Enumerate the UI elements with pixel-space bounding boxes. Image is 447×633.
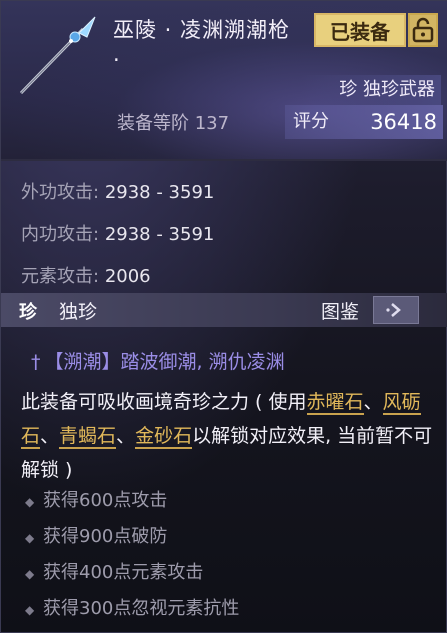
- list-item: ◆ 获得900点破防: [25, 525, 239, 549]
- diamond-icon: ◆: [25, 567, 35, 581]
- stat-label: 内功攻击:: [21, 224, 100, 245]
- rarity-section-header: 珍 独珍 图鉴: [1, 293, 447, 327]
- item-tooltip-panel: 巫陵 · 凌渊溯潮枪 · 已装备 珍 独珍武器 装备等阶 137 评分 3641…: [0, 0, 447, 633]
- score-value: 36418: [370, 110, 437, 134]
- diamond-icon: ◆: [25, 603, 35, 617]
- atlas-label[interactable]: 图鉴: [321, 297, 359, 324]
- item-header: 巫陵 · 凌渊溯潮枪 · 已装备 珍 独珍武器 装备等阶 137 评分 3641…: [1, 1, 447, 159]
- equip-level: 装备等阶 137: [117, 113, 230, 134]
- bonus-list: ◆ 获得600点攻击 ◆ 获得900点破防 ◆ 获得400点元素攻击 ◆ 获得300点忽…: [25, 489, 239, 633]
- separator: 、: [40, 425, 60, 447]
- stat-value: 2938 - 3591: [104, 224, 215, 245]
- effect-title: † 【溯潮】踏波御潮, 溯仇凌渊: [31, 347, 285, 374]
- dagger-icon: †: [31, 351, 41, 373]
- atlas-button[interactable]: [373, 296, 419, 324]
- list-item: ◆ 获得600点攻击: [25, 489, 239, 513]
- stat-row: 内功攻击: 2938 - 3591: [21, 221, 214, 249]
- arrow-icon: [386, 303, 401, 317]
- rarity-emblem: 珍: [19, 302, 37, 323]
- separator: 、: [116, 425, 136, 447]
- score-label: 评分: [293, 111, 329, 132]
- rarity-label: 独珍: [59, 301, 98, 323]
- item-name: 巫陵 · 凌渊溯潮枪 ·: [113, 18, 291, 72]
- bonus-text: 获得600点攻击: [43, 490, 168, 511]
- bonus-text: 获得900点破防: [43, 526, 168, 547]
- lock-toggle-button[interactable]: [408, 13, 438, 47]
- list-item: ◆ 获得300点忽视元素抗性: [25, 597, 239, 621]
- stat-label: 外功攻击:: [21, 182, 100, 203]
- effect-desc-prefix: 此装备可吸收画境奇珍之力 ( 使用: [21, 391, 307, 413]
- spear-icon: [19, 16, 96, 95]
- stone-link[interactable]: 金砂石: [135, 425, 193, 449]
- stats-list: 外功攻击: 2938 - 3591 内功攻击: 2938 - 3591 元素攻击…: [21, 179, 214, 305]
- diamond-icon: ◆: [25, 531, 35, 545]
- list-item: ◆ 获得400点元素攻击: [25, 561, 239, 585]
- bonus-text: 获得400点元素攻击: [43, 562, 204, 583]
- item-rarity-type: 珍 独珍武器: [301, 75, 441, 105]
- bonus-text: 获得300点忽视元素抗性: [43, 598, 240, 619]
- effect-title-text: 【溯潮】踏波御潮, 溯仇凌渊: [44, 351, 285, 373]
- stat-label: 元素攻击:: [21, 266, 100, 287]
- separator: 、: [363, 391, 383, 413]
- effect-description: 此装备可吸收画境奇珍之力 ( 使用赤曜石、风砺石、青蝎石、金砂石以解锁对应效果,…: [21, 385, 436, 487]
- score-bar: 评分 36418: [285, 105, 443, 139]
- stone-link[interactable]: 青蝎石: [59, 425, 117, 449]
- stone-link[interactable]: 赤曜石: [306, 391, 364, 415]
- diamond-icon: ◆: [25, 495, 35, 509]
- stat-row: 元素攻击: 2006: [21, 263, 214, 291]
- divider: [1, 159, 447, 161]
- equipped-badge: 已装备: [314, 13, 406, 47]
- stat-value: 2938 - 3591: [104, 182, 215, 203]
- stat-row: 外功攻击: 2938 - 3591: [21, 179, 214, 207]
- unlock-icon: [412, 17, 434, 43]
- stat-value: 2006: [104, 266, 151, 287]
